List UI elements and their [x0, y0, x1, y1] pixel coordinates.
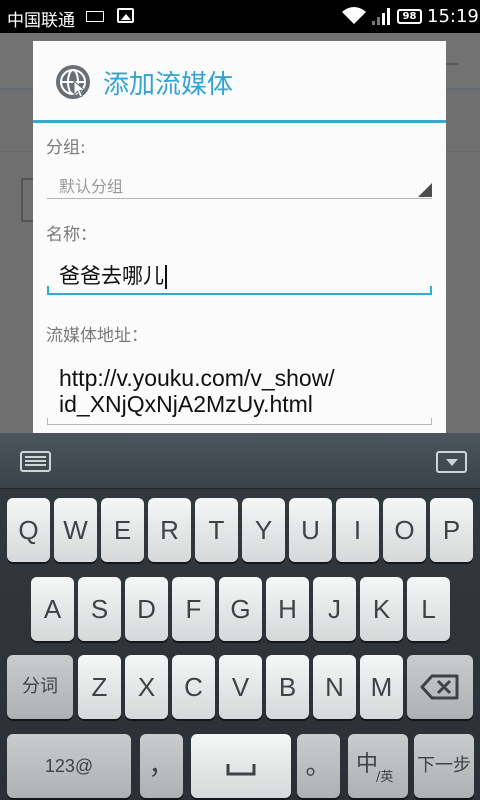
keyboard-toolbar: [0, 433, 480, 489]
key-c[interactable]: C: [172, 655, 215, 719]
key-h[interactable]: H: [266, 577, 309, 641]
number-mode-key[interactable]: 123@: [7, 734, 131, 798]
key-y[interactable]: Y: [242, 498, 285, 562]
key-v[interactable]: V: [219, 655, 262, 719]
key-l[interactable]: L: [407, 577, 450, 641]
key-f[interactable]: F: [172, 577, 215, 641]
clock: 15:19: [427, 6, 479, 27]
wifi-icon: [342, 7, 366, 25]
backspace-icon: [420, 674, 459, 700]
fenci-key[interactable]: 分词: [7, 655, 73, 719]
keyboard-icon: [86, 11, 104, 22]
keyboard-hide-icon[interactable]: [436, 451, 467, 473]
key-i[interactable]: I: [336, 498, 379, 562]
add-stream-dialog: 添加流媒体 分组: 默认分组 名称： 爸爸去哪儿 流媒体地址： http://v…: [33, 41, 446, 433]
text-cursor: [165, 265, 167, 289]
name-field[interactable]: 爸爸去哪儿: [47, 249, 432, 295]
dialog-title: 添加流媒体: [103, 70, 234, 100]
image-icon: [117, 8, 134, 23]
status-bar: 中国联通 98 15:19: [0, 0, 480, 33]
key-x[interactable]: X: [125, 655, 168, 719]
lang-main-label: 中: [356, 752, 379, 777]
key-a[interactable]: A: [31, 577, 74, 641]
key-z[interactable]: Z: [78, 655, 121, 719]
key-b[interactable]: B: [266, 655, 309, 719]
stream-url-field[interactable]: http://v.youku.com/v_show/ id_XNjQxNjA2M…: [47, 359, 432, 425]
key-t[interactable]: T: [195, 498, 238, 562]
signal-icon: [372, 8, 390, 25]
space-key[interactable]: [191, 734, 291, 798]
key-p[interactable]: P: [430, 498, 473, 562]
key-k[interactable]: K: [360, 577, 403, 641]
key-d[interactable]: D: [125, 577, 168, 641]
key-q[interactable]: Q: [7, 498, 50, 562]
key-u[interactable]: U: [289, 498, 332, 562]
key-o[interactable]: O: [383, 498, 426, 562]
language-switch-key[interactable]: 中 /英: [348, 734, 408, 798]
key-j[interactable]: J: [313, 577, 356, 641]
background-menu-mark: [446, 63, 458, 65]
lang-sub-label: /英: [376, 770, 394, 785]
soft-keyboard: Q W E R T Y U I O P A S D F G H J K L 分词…: [0, 433, 480, 800]
key-w[interactable]: W: [54, 498, 97, 562]
dropdown-arrow-icon: [418, 183, 432, 197]
globe-cursor-icon: [56, 65, 90, 99]
url-line-1: http://v.youku.com/v_show/: [59, 365, 335, 391]
next-step-key[interactable]: 下一步: [414, 734, 474, 798]
battery-icon: 98: [397, 9, 422, 24]
key-m[interactable]: M: [360, 655, 403, 719]
group-dropdown-value: 默认分组: [59, 177, 124, 196]
key-g[interactable]: G: [219, 577, 262, 641]
key-n[interactable]: N: [313, 655, 356, 719]
key-s[interactable]: S: [78, 577, 121, 641]
group-dropdown[interactable]: 默认分组: [47, 167, 432, 199]
key-e[interactable]: E: [101, 498, 144, 562]
name-label: 名称：: [46, 225, 97, 245]
group-label: 分组:: [46, 138, 86, 158]
backspace-key[interactable]: [407, 655, 473, 719]
key-r[interactable]: R: [148, 498, 191, 562]
comma-key[interactable]: ，: [140, 734, 183, 798]
period-key[interactable]: 。: [297, 734, 340, 798]
space-icon: [226, 764, 256, 776]
dialog-header: 添加流媒体: [33, 41, 446, 123]
url-line-2: id_XNjQxNjA2MzUy.html: [59, 391, 313, 417]
keyboard-switch-icon[interactable]: [20, 451, 51, 472]
url-label: 流媒体地址：: [46, 326, 148, 346]
carrier-name: 中国联通: [7, 11, 75, 31]
name-field-value: 爸爸去哪儿: [59, 264, 164, 288]
